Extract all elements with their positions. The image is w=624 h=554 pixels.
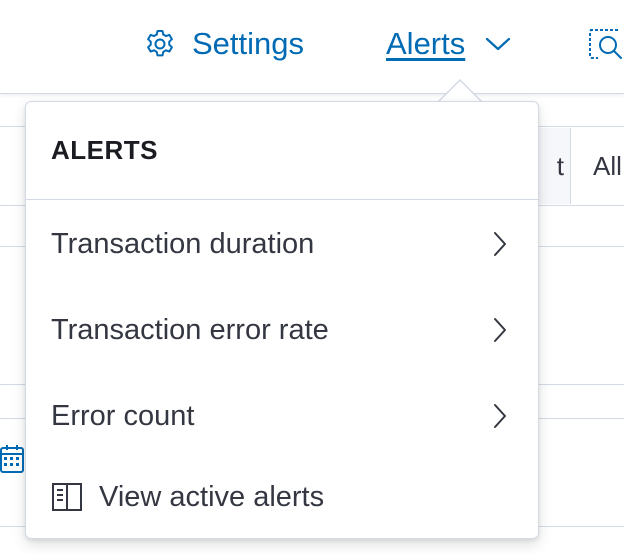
menu-item-view-active-alerts[interactable]: View active alerts: [26, 457, 538, 537]
book-icon: [52, 483, 82, 511]
chevron-right-icon: [494, 318, 506, 342]
chevron-right-icon: [494, 232, 506, 256]
popover-arrow-fill: [439, 81, 481, 102]
menu-item-label: Error count: [51, 399, 195, 432]
alerts-menu-button[interactable]: Alerts: [386, 24, 511, 64]
settings-label: Settings: [192, 26, 305, 61]
menu-item-transaction-error-rate[interactable]: Transaction error rate: [26, 287, 538, 373]
inspect-icon[interactable]: [588, 28, 624, 62]
menu-item-label: Transaction duration: [51, 227, 315, 260]
menu-item-label: Transaction error rate: [51, 313, 329, 346]
settings-link[interactable]: Settings: [144, 24, 304, 64]
menu-item-label: View active alerts: [99, 480, 325, 513]
alerts-popover: ALERTS Transaction duration Transaction …: [25, 101, 539, 539]
apm-page: Settings Alerts t All ALERTS Transaction…: [0, 0, 624, 554]
popover-title: ALERTS: [26, 102, 538, 200]
menu-item-error-count[interactable]: Error count: [26, 373, 538, 459]
menu-item-transaction-duration[interactable]: Transaction duration: [26, 201, 538, 287]
chevron-down-icon: [486, 37, 511, 51]
gear-icon: [147, 30, 173, 57]
alerts-label: Alerts: [386, 26, 466, 61]
header-bar: Settings Alerts: [0, 0, 624, 94]
calendar-icon[interactable]: [0, 444, 26, 474]
chevron-right-icon: [494, 404, 506, 428]
background-button-all[interactable]: All: [570, 128, 624, 204]
